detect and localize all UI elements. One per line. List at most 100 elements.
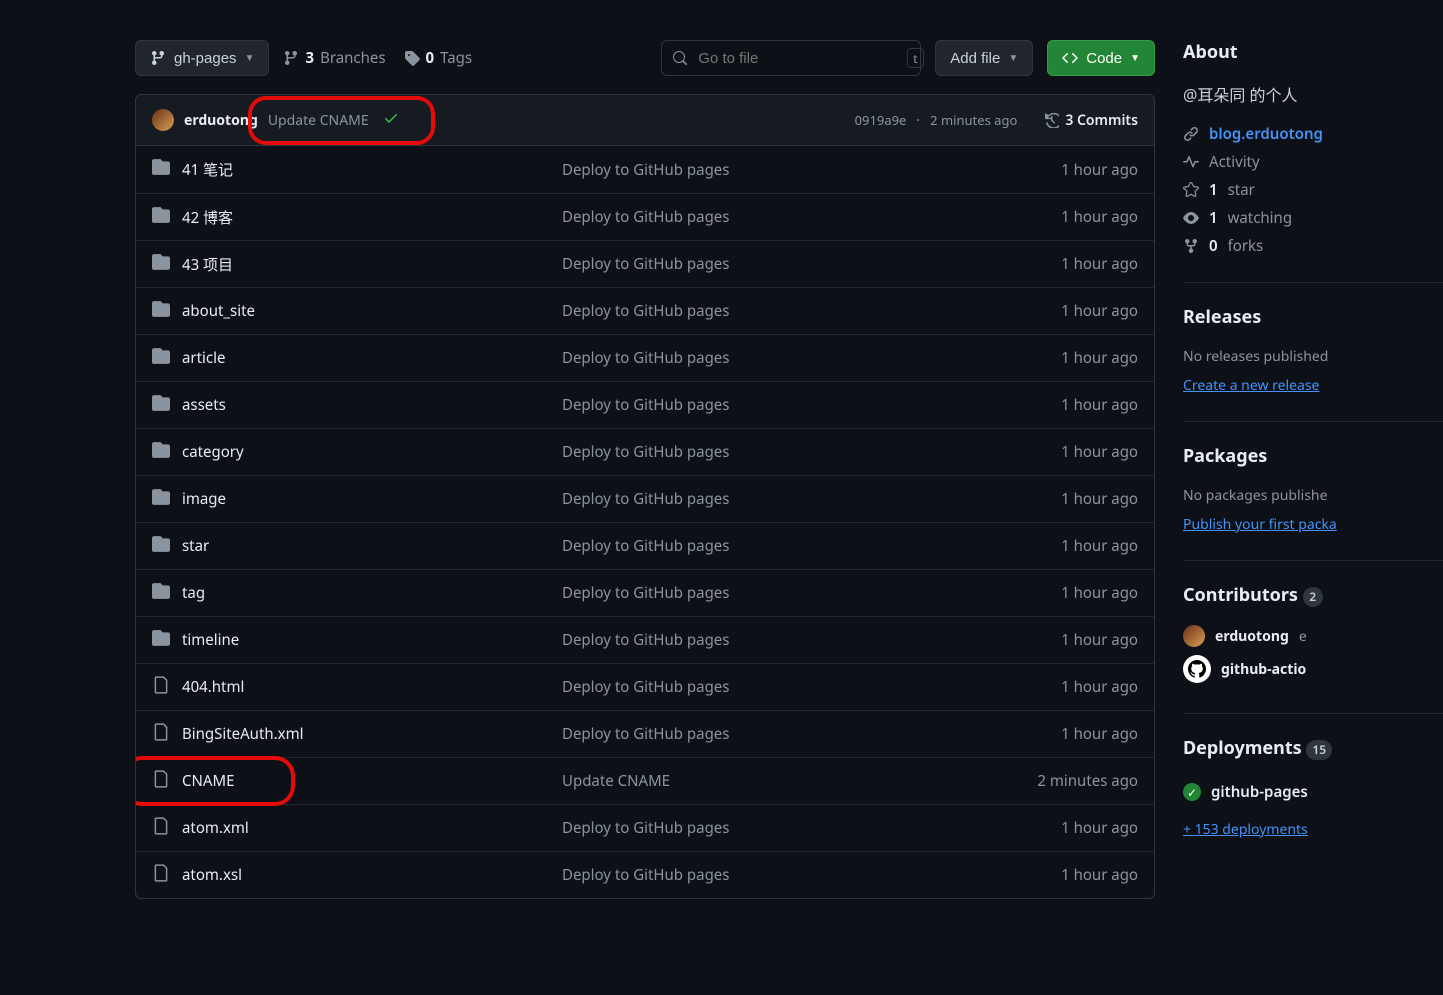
git-branch-icon [283,50,299,66]
file-name[interactable]: 404.html [152,676,562,699]
file-row[interactable]: atom.xsl Deploy to GitHub pages 1 hour a… [136,851,1154,898]
file-row[interactable]: CNAME Update CNAME 2 minutes ago [136,757,1154,804]
file-commit-message[interactable]: Deploy to GitHub pages [562,348,978,368]
folder-icon [152,347,170,370]
releases-heading[interactable]: Releases [1183,305,1443,329]
forks-link[interactable]: 0 forks [1183,232,1443,260]
file-commit-message[interactable]: Deploy to GitHub pages [562,536,978,556]
file-commit-message[interactable]: Deploy to GitHub pages [562,489,978,509]
packages-none: No packages publishe [1183,486,1443,505]
file-commit-message[interactable]: Update CNAME [562,771,978,791]
file-search-input[interactable] [698,50,897,67]
deployment-env[interactable]: ✓ github-pages [1183,778,1443,806]
file-commit-message[interactable]: Deploy to GitHub pages [562,254,978,274]
file-row[interactable]: star Deploy to GitHub pages 1 hour ago [136,522,1154,569]
latest-commit-row[interactable]: erduotong Update CNAME 0919a9e · 2 minut… [136,95,1154,146]
link-icon [1183,126,1199,142]
github-avatar-icon [1183,655,1211,683]
file-name[interactable]: 41 笔记 [152,158,562,181]
file-commit-message[interactable]: Deploy to GitHub pages [562,442,978,462]
folder-icon [152,158,170,181]
file-row[interactable]: article Deploy to GitHub pages 1 hour ag… [136,334,1154,381]
pulse-icon [1183,154,1199,170]
tags-link[interactable]: 0 Tags [404,48,473,68]
commits-link[interactable]: 3 Commits [1043,111,1138,130]
file-commit-message[interactable]: Deploy to GitHub pages [562,630,978,650]
file-name[interactable]: atom.xsl [152,864,562,887]
check-circle-icon: ✓ [1183,783,1201,801]
file-row[interactable]: 404.html Deploy to GitHub pages 1 hour a… [136,663,1154,710]
file-name[interactable]: about_site [152,300,562,323]
create-release-link[interactable]: Create a new release [1183,372,1443,399]
file-search[interactable]: t [661,40,921,76]
file-commit-message[interactable]: Deploy to GitHub pages [562,160,978,180]
stars-link[interactable]: 1 star [1183,176,1443,204]
file-commit-time: 1 hour ago [978,818,1138,838]
commit-time: 2 minutes ago [930,111,1017,129]
file-row[interactable]: 41 笔记 Deploy to GitHub pages 1 hour ago [136,146,1154,193]
file-commit-message[interactable]: Deploy to GitHub pages [562,301,978,321]
star-icon [1183,182,1199,198]
file-name[interactable]: 43 项目 [152,253,562,276]
file-row[interactable]: atom.xml Deploy to GitHub pages 1 hour a… [136,804,1154,851]
website-link[interactable]: blog.erduotong [1183,120,1443,148]
file-row[interactable]: image Deploy to GitHub pages 1 hour ago [136,475,1154,522]
deployments-heading[interactable]: Deployments 15 [1183,736,1443,760]
file-commit-time: 1 hour ago [978,395,1138,415]
eye-icon [1183,210,1199,226]
contributors-heading[interactable]: Contributors 2 [1183,583,1443,607]
commit-hash[interactable]: 0919a9e [855,111,907,129]
branch-info: 3 Branches 0 Tags [283,48,472,68]
file-commit-message[interactable]: Deploy to GitHub pages [562,583,978,603]
watching-link[interactable]: 1 watching [1183,204,1443,232]
file-commit-message[interactable]: Deploy to GitHub pages [562,865,978,885]
file-name[interactable]: atom.xml [152,817,562,840]
file-name[interactable]: image [152,488,562,511]
file-row[interactable]: BingSiteAuth.xml Deploy to GitHub pages … [136,710,1154,757]
file-commit-time: 1 hour ago [978,583,1138,603]
file-commit-message[interactable]: Deploy to GitHub pages [562,395,978,415]
file-row[interactable]: about_site Deploy to GitHub pages 1 hour… [136,287,1154,334]
file-commit-time: 2 minutes ago [978,771,1138,791]
publish-package-link[interactable]: Publish your first packa [1183,511,1443,538]
file-commit-time: 1 hour ago [978,254,1138,274]
author-avatar[interactable] [152,109,174,131]
code-button[interactable]: Code ▼ [1047,40,1155,76]
file-name[interactable]: BingSiteAuth.xml [152,723,562,746]
activity-link[interactable]: Activity [1183,148,1443,176]
file-row[interactable]: timeline Deploy to GitHub pages 1 hour a… [136,616,1154,663]
contributor-item[interactable]: erduotong e [1183,625,1443,647]
file-listing: erduotong Update CNAME 0919a9e · 2 minut… [135,94,1155,899]
about-heading: About [1183,40,1443,64]
file-name[interactable]: timeline [152,629,562,652]
file-row[interactable]: assets Deploy to GitHub pages 1 hour ago [136,381,1154,428]
file-name[interactable]: tag [152,582,562,605]
commit-message[interactable]: Update CNAME [268,111,369,130]
add-file-button[interactable]: Add file ▼ [935,40,1033,76]
commit-author[interactable]: erduotong [184,111,258,130]
file-name[interactable]: CNAME [152,770,562,793]
code-icon [1062,50,1078,66]
file-commit-time: 1 hour ago [978,677,1138,697]
file-commit-message[interactable]: Deploy to GitHub pages [562,207,978,227]
file-name[interactable]: article [152,347,562,370]
more-deployments-link[interactable]: + 153 deployments [1183,816,1443,843]
file-name[interactable]: category [152,441,562,464]
file-row[interactable]: 43 项目 Deploy to GitHub pages 1 hour ago [136,240,1154,287]
releases-none: No releases published [1183,347,1443,366]
file-commit-message[interactable]: Deploy to GitHub pages [562,677,978,697]
file-name[interactable]: assets [152,394,562,417]
file-row[interactable]: 42 博客 Deploy to GitHub pages 1 hour ago [136,193,1154,240]
file-commit-message[interactable]: Deploy to GitHub pages [562,818,978,838]
file-row[interactable]: category Deploy to GitHub pages 1 hour a… [136,428,1154,475]
branches-link[interactable]: 3 Branches [283,48,385,68]
file-commit-message[interactable]: Deploy to GitHub pages [562,724,978,744]
file-name[interactable]: 42 博客 [152,206,562,229]
check-icon[interactable] [383,110,399,131]
file-name[interactable]: star [152,535,562,558]
file-row[interactable]: tag Deploy to GitHub pages 1 hour ago [136,569,1154,616]
contributor-item[interactable]: github-actio [1183,655,1443,683]
repo-toolbar: gh-pages ▼ 3 Branches 0 Tags t [135,40,1155,76]
packages-heading[interactable]: Packages [1183,444,1443,468]
branch-switcher[interactable]: gh-pages ▼ [135,40,269,76]
